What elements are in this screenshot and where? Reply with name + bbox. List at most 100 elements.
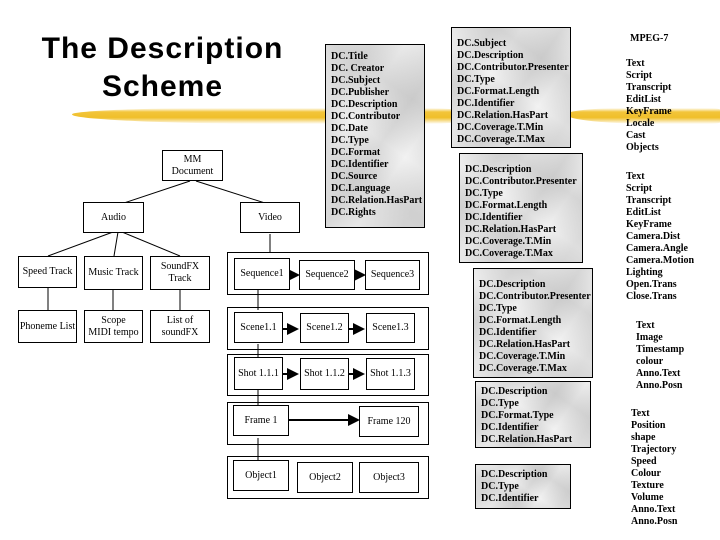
dc-item: DC.Subject [331, 75, 381, 86]
mpeg7-group-sequence: Text Script Transcript EditList KeyFrame… [626, 58, 672, 154]
edge-root-video [195, 180, 269, 205]
mpeg7-item: Text [626, 171, 645, 182]
dc-item: DC.Format.Length [479, 315, 562, 326]
node-frame-1[interactable]: Frame 1 [233, 405, 289, 436]
dc-box-shot: DC.Description DC.Contributor.Presenter … [473, 268, 593, 378]
mpeg7-item: Text [626, 58, 645, 69]
dc-box-frame: DC.Description DC.Type DC.Format.Type DC… [475, 381, 591, 448]
dc-box-object: DC.Description DC.Type DC.Identifier [475, 464, 571, 509]
mpeg7-item: Anno.Text [631, 504, 676, 515]
node-shot-1-1-2[interactable]: Shot 1.1.2 [300, 358, 349, 390]
mpeg7-item: KeyFrame [626, 106, 672, 117]
dc-item: DC.Coverage.T.Max [457, 134, 545, 145]
dc-item: DC.Description [479, 279, 546, 290]
dc-item: DC.Source [331, 171, 378, 182]
dc-item: DC.Identifier [331, 159, 389, 170]
node-object-3[interactable]: Object3 [359, 462, 419, 493]
node-soundfx-track[interactable]: SoundFX Track [150, 256, 210, 290]
mpeg7-item: Transcript [626, 82, 672, 93]
mpeg7-group-scene: Text Script Transcript EditList KeyFrame… [626, 171, 694, 303]
node-mm-document[interactable]: MM Document [162, 150, 223, 181]
node-sequence-2[interactable]: Sequence2 [299, 260, 355, 290]
dc-item: DC.Date [331, 123, 368, 134]
dc-item: DC.Type [331, 135, 369, 146]
node-audio[interactable]: Audio [83, 202, 144, 233]
mpeg7-item: Camera.Dist [626, 231, 681, 242]
dc-item: DC.Publisher [331, 87, 390, 98]
mpeg7-item: Script [626, 183, 653, 194]
dc-item: DC.Title [331, 51, 368, 62]
dc-item: DC.Description [481, 386, 548, 397]
dc-item: DC.Coverage.T.Min [479, 351, 566, 362]
mpeg7-item: Anno.Posn [636, 380, 683, 391]
node-scope-midi[interactable]: Scope MIDI tempo [84, 310, 143, 343]
dc-item: DC.Contributor.Presenter [465, 176, 577, 187]
mpeg7-item: Open.Trans [626, 279, 677, 290]
mpeg7-item: Anno.Text [636, 368, 681, 379]
node-phoneme-list[interactable]: Phoneme List [18, 310, 77, 343]
dc-item: DC.Description [481, 469, 548, 480]
dc-item: DC.Identifier [481, 422, 539, 433]
dc-item: DC.Type [457, 74, 495, 85]
dc-item: DC.Contributor.Presenter [457, 62, 569, 73]
node-shot-1-1-3[interactable]: Shot 1.1.3 [366, 358, 415, 390]
dc-item: DC.Rights [331, 207, 376, 218]
mpeg7-item: Text [631, 408, 650, 419]
mpeg7-item: Script [626, 70, 653, 81]
dc-item: DC.Contributor.Presenter [479, 291, 591, 302]
dc-item: DC.Coverage.T.Max [479, 363, 567, 374]
node-scene-1-1[interactable]: Scene1.1 [234, 312, 283, 343]
dc-box-scene: DC.Description DC.Contributor.Presenter … [459, 153, 583, 263]
mpeg7-item: Colour [631, 468, 661, 479]
node-object-1[interactable]: Object1 [233, 460, 289, 491]
mpeg7-item: KeyFrame [626, 219, 672, 230]
node-object-2[interactable]: Object2 [297, 462, 353, 493]
dc-item: DC.Identifier [481, 493, 539, 504]
mpeg7-item: shape [631, 432, 656, 443]
dc-item: DC.Type [481, 481, 519, 492]
mpeg7-item: Text [636, 320, 655, 331]
dc-item: DC.Coverage.T.Max [465, 248, 553, 259]
edge-audio-music [113, 231, 119, 257]
dc-item: DC.Relation.HasPart [457, 110, 549, 121]
node-frame-120[interactable]: Frame 120 [359, 406, 419, 437]
node-music-track[interactable]: Music Track [84, 256, 143, 290]
edge-audio-soundfx [121, 231, 181, 257]
dc-item: DC.Type [481, 398, 519, 409]
node-scene-1-3[interactable]: Scene1.3 [366, 313, 415, 343]
dc-item: DC.Contributor [331, 111, 401, 122]
node-shot-1-1-1[interactable]: Shot 1.1.1 [234, 357, 283, 390]
dc-item: DC.Language [331, 183, 391, 194]
dc-item: DC.Identifier [457, 98, 515, 109]
node-speed-track[interactable]: Speed Track [18, 256, 77, 288]
dc-item: DC.Coverage.T.Min [457, 122, 544, 133]
node-video[interactable]: Video [240, 202, 300, 233]
dc-item: DC.Relation.HasPart [481, 434, 573, 445]
mpeg7-item: Position [631, 420, 666, 431]
mpeg7-item: Camera.Angle [626, 243, 688, 254]
dc-item: DC.Relation.HasPart [331, 195, 423, 206]
dc-item: DC.Relation.HasPart [465, 224, 557, 235]
mpeg7-item: Image [636, 332, 663, 343]
dc-item: DC.Format.Type [481, 410, 554, 421]
mpeg7-item: Transcript [626, 195, 672, 206]
mpeg7-item: colour [636, 356, 664, 367]
mpeg7-item: Camera.Motion [626, 255, 695, 266]
mpeg7-item: Timestamp [636, 344, 685, 355]
mpeg7-item: Close.Trans [626, 291, 677, 302]
dc-item: DC.Format.Length [465, 200, 548, 211]
node-sequence-3[interactable]: Sequence3 [365, 260, 420, 290]
dc-item: DC.Identifier [479, 327, 537, 338]
edge-audio-speed [47, 231, 114, 257]
dc-item: DC.Type [479, 303, 517, 314]
mpeg7-heading: MPEG-7 [630, 33, 669, 44]
mpeg7-item: EditList [626, 94, 662, 105]
dc-box-sequence: DC.Subject DC.Description DC.Contributor… [451, 27, 571, 148]
node-list-soundfx[interactable]: List of soundFX [150, 310, 210, 343]
mpeg7-item: Speed [631, 456, 657, 467]
node-sequence-1[interactable]: Sequence1 [234, 258, 290, 290]
node-scene-1-2[interactable]: Scene1.2 [300, 313, 349, 343]
dc-item: DC.Type [465, 188, 503, 199]
mpeg7-item: Trajectory [631, 444, 677, 455]
mpeg7-item: Texture [631, 480, 664, 491]
